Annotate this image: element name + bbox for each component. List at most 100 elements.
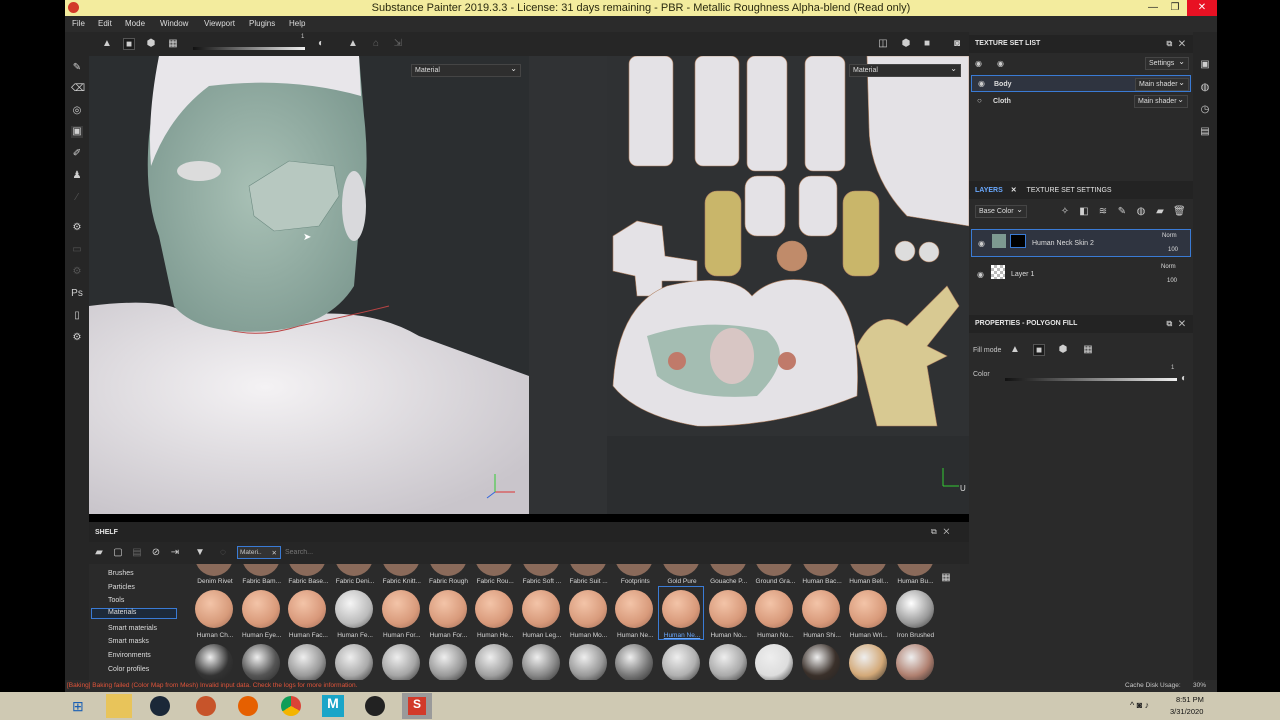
camera-icon[interactable]: ■ — [921, 38, 933, 50]
history-icon[interactable]: ◷ — [1199, 104, 1211, 116]
uv-fill-icon[interactable]: ▦ — [167, 38, 179, 50]
transform-icon[interactable]: ⇲ — [392, 38, 404, 50]
opacity-value[interactable]: 100 — [1167, 278, 1177, 284]
maya-icon[interactable]: M — [322, 695, 344, 717]
layer-row-human-neck-skin-2[interactable]: ◉ Human Neck Skin 2 Norm 100 — [971, 229, 1191, 257]
category-brushes[interactable]: Brushes — [108, 570, 134, 577]
mesh-fill-icon[interactable]: ⬢ — [145, 38, 157, 50]
viewport-3d[interactable]: Material ➤ — [89, 56, 529, 514]
material-thumbnail[interactable] — [241, 564, 280, 576]
menu-edit[interactable]: Edit — [98, 19, 112, 28]
menu-plugins[interactable]: Plugins — [249, 19, 275, 28]
material-thumbnail[interactable] — [381, 590, 420, 628]
add-mask-icon[interactable]: ◧ — [1078, 206, 1090, 218]
eye-icon[interactable]: ◉ — [978, 239, 988, 249]
screenshot-icon[interactable]: ◙ — [951, 38, 963, 50]
material-thumbnail[interactable] — [755, 590, 794, 628]
paint-brush-icon[interactable]: ✎ — [71, 62, 83, 74]
eye-icon[interactable]: ◉ — [977, 270, 987, 280]
import-icon[interactable]: ⇥ — [169, 547, 181, 559]
color-picker-icon[interactable]: ◐ — [315, 38, 327, 50]
panel-controls[interactable]: ⧉ ✕ — [931, 527, 949, 537]
material-thumbnail[interactable] — [288, 564, 327, 576]
windows-start-icon[interactable]: ⊞ — [72, 698, 84, 715]
blend-mode-dropdown[interactable]: Norm — [1161, 264, 1176, 270]
blend-mode-dropdown[interactable]: Norm — [1162, 233, 1177, 239]
material-thumbnail[interactable] — [708, 564, 747, 576]
material-thumbnail[interactable] — [755, 644, 794, 680]
opacity-value[interactable]: 100 — [1168, 247, 1178, 253]
viewport-2d-uv[interactable]: Material — [607, 56, 969, 436]
channel-dropdown[interactable]: Base Color — [975, 205, 1027, 218]
material-thumbnail[interactable] — [241, 644, 280, 680]
menu-file[interactable]: File — [72, 19, 85, 28]
material-thumbnail[interactable] — [802, 644, 841, 680]
material-thumbnail[interactable] — [475, 590, 514, 628]
material-thumbnail[interactable] — [521, 564, 560, 576]
material-thumbnail[interactable] — [195, 644, 233, 680]
material-thumbnail[interactable] — [475, 644, 514, 680]
category-smart-masks[interactable]: Smart masks — [108, 638, 149, 645]
tray-icons[interactable]: ^ ◙ ♪ — [1130, 700, 1149, 710]
material-thumbnail[interactable] — [895, 564, 934, 576]
menu-mode[interactable]: Mode — [125, 19, 145, 28]
settings-icon[interactable]: ⚙ — [71, 332, 83, 344]
material-thumbnail[interactable] — [802, 590, 841, 628]
viewport-3d-mode-dropdown[interactable]: Material — [411, 64, 521, 77]
material-thumbnail[interactable] — [895, 590, 934, 628]
menu-window[interactable]: Window — [160, 19, 188, 28]
close-button[interactable]: ✕ — [1187, 0, 1217, 16]
material-thumbnail[interactable] — [568, 564, 607, 576]
category-materials[interactable]: Materials — [91, 608, 177, 619]
material-thumbnail[interactable] — [381, 644, 420, 680]
app-icon[interactable] — [196, 696, 216, 716]
add-smart-material-icon[interactable]: ◍ — [1135, 206, 1147, 218]
material-thumbnail[interactable] — [428, 564, 467, 576]
material-thumbnail[interactable] — [895, 644, 934, 680]
material-thumbnail[interactable] — [662, 564, 700, 576]
polygon-fill-icon[interactable]: ■ — [123, 38, 135, 50]
add-effect-icon[interactable]: ✧ — [1059, 206, 1071, 218]
material-thumbnail[interactable] — [521, 590, 560, 628]
add-paint-layer-icon[interactable]: ✎ — [1116, 206, 1128, 218]
material-thumbnail[interactable] — [662, 644, 700, 680]
shelf-search-input[interactable] — [285, 546, 955, 559]
new-folder-icon[interactable]: ▢ — [112, 547, 124, 559]
smudge-icon[interactable]: ✐ — [71, 148, 83, 160]
close-chip-icon[interactable]: ✕ — [272, 549, 277, 557]
material-thumbnail[interactable] — [615, 590, 654, 628]
split-view-icon[interactable]: ◫ — [877, 38, 889, 50]
wire-icon[interactable]: ⌂ — [370, 38, 382, 50]
photoshop-icon[interactable]: Ps — [71, 288, 83, 300]
material-thumbnail[interactable] — [521, 644, 560, 680]
eye-icon[interactable]: ◉ — [978, 79, 988, 89]
eye-off-icon[interactable]: ○ — [977, 96, 987, 106]
picker-icon[interactable]: ⁄ — [71, 192, 83, 204]
close-layers-tab-icon[interactable]: ✕ — [1011, 187, 1017, 194]
projection-icon[interactable]: ◎ — [71, 105, 83, 117]
maximize-button[interactable]: ❐ — [1164, 0, 1186, 16]
document-icon[interactable]: ▯ — [71, 310, 83, 322]
material-thumbnail[interactable] — [475, 564, 514, 576]
material-thumbnail[interactable] — [755, 564, 794, 576]
material-thumbnail[interactable] — [241, 590, 280, 628]
material-thumbnail[interactable] — [615, 564, 654, 576]
substance-painter-taskbar-icon[interactable]: S — [402, 693, 432, 719]
material-thumbnail[interactable] — [708, 590, 747, 628]
material-thumbnail[interactable] — [288, 590, 327, 628]
category-environments[interactable]: Environments — [108, 652, 151, 659]
firefox-icon[interactable] — [238, 696, 258, 716]
polygon-fill-icon[interactable]: ■ — [1033, 344, 1045, 356]
clone-icon[interactable]: ♟ — [71, 170, 83, 182]
file-explorer-icon[interactable] — [106, 694, 132, 718]
material-thumbnail[interactable] — [848, 644, 887, 680]
texture-set-row-body[interactable]: ◉ Body Main shader — [971, 75, 1191, 92]
eye-icon[interactable]: ◉ — [975, 59, 985, 69]
eye-all-icon[interactable]: ◉ — [997, 59, 1007, 69]
display-settings-icon[interactable]: ◍ — [1199, 82, 1211, 94]
category-smart-materials[interactable]: Smart materials — [108, 625, 157, 632]
viewport-2d-mode-dropdown[interactable]: Material — [849, 64, 961, 77]
folder-icon[interactable]: ▰ — [93, 547, 105, 559]
material-thumbnail[interactable] — [428, 644, 467, 680]
refresh-icon[interactable]: ◌ — [217, 547, 229, 559]
